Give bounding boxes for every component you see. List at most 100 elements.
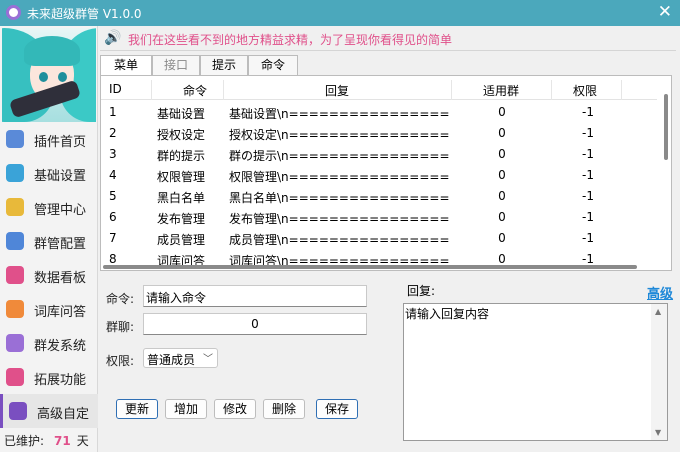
table-cell: 群の提示\n================\...	[229, 149, 449, 163]
table-cell: 授权设定\n================\...	[229, 128, 449, 142]
table-cell: 0	[498, 105, 506, 119]
sidebar-item-config[interactable]: 群管配置	[0, 224, 98, 258]
maintain-days: 已维护: 71 天	[4, 432, 89, 449]
table-cell: 0	[498, 147, 506, 161]
table-cell: 7	[109, 231, 117, 245]
table-horizontal-scrollbar[interactable]	[103, 265, 637, 269]
table-cell: -1	[582, 147, 594, 161]
table-row[interactable]: 4 权限管理 权限管理\n================\... 0 -1	[101, 165, 657, 186]
table-cell: 成员管理\n================\...	[229, 233, 449, 247]
scroll-up-icon[interactable]: ▲	[655, 307, 661, 316]
maintain-unit: 天	[76, 434, 89, 448]
modify-button[interactable]: 修改	[214, 399, 256, 419]
sidebar-item-plugin[interactable]: 插件首页	[0, 122, 98, 156]
column-command[interactable]: 命令	[183, 82, 207, 99]
table-cell: -1	[582, 231, 594, 245]
advanced-icon	[9, 402, 27, 420]
sidebar-item-label: 管理中心	[34, 203, 87, 218]
tab-api[interactable]: 接口	[152, 55, 200, 75]
sidebar-item-settings[interactable]: 基础设置	[0, 156, 98, 190]
table-cell: 群的提示	[157, 149, 206, 163]
table-cell: 0	[498, 210, 506, 224]
sidebar-item-advanced[interactable]: 高级自定	[0, 394, 98, 428]
table-cell: 0	[498, 168, 506, 182]
refresh-button[interactable]: 更新	[116, 399, 158, 419]
table-row[interactable]: 6 发布管理 发布管理\n================\... 0 -1	[101, 207, 657, 228]
table-row[interactable]: 2 授权设定 授权设定\n================\... 0 -1	[101, 123, 657, 144]
sidebar-item-extend[interactable]: 拓展功能	[0, 360, 98, 394]
table-cell: 权限管理	[157, 170, 206, 184]
table-cell: -1	[582, 168, 594, 182]
table-cell: 发布管理	[157, 212, 206, 226]
column-reply[interactable]: 回复	[325, 82, 349, 99]
table-cell: -1	[582, 189, 594, 203]
avatar	[2, 28, 96, 122]
sidebar-item-qa[interactable]: 词库问答	[0, 292, 98, 326]
table-cell: 5	[109, 189, 117, 203]
sidebar-item-label: 群管配置	[34, 237, 87, 252]
permission-value: 普通成员	[147, 353, 196, 367]
permission-select[interactable]: 普通成员 ﹀	[143, 348, 218, 368]
app-logo-icon	[6, 5, 21, 20]
command-label: 命令:	[106, 292, 135, 306]
scroll-down-icon[interactable]: ▼	[655, 428, 661, 437]
sidebar-item-dashboard[interactable]: 数据看板	[0, 258, 98, 292]
tab-commands[interactable]: 命令	[248, 55, 298, 75]
reply-placeholder: 请输入回复内容	[405, 307, 490, 321]
sidebar-item-label: 数据看板	[34, 271, 87, 286]
table-cell: 0	[498, 231, 506, 245]
table-cell: -1	[582, 210, 594, 224]
reply-label: 回复:	[407, 284, 436, 298]
table-row[interactable]: 5 黑白名单 黑白名单\n================\... 0 -1	[101, 186, 657, 207]
table-cell: 0	[498, 189, 506, 203]
save-button[interactable]: 保存	[316, 399, 358, 419]
divider	[100, 50, 676, 51]
config-icon	[6, 232, 24, 250]
table-row[interactable]: 1 基础设置 基础设置\n================\... 0 -1	[101, 102, 657, 123]
table-cell: 4	[109, 168, 117, 182]
sidebar-item-label: 基础设置	[34, 169, 87, 184]
table-cell: 权限管理\n================\...	[229, 170, 449, 184]
add-button[interactable]: 增加	[165, 399, 207, 419]
table-row[interactable]: 7 成员管理 成员管理\n================\... 0 -1	[101, 228, 657, 249]
settings-icon	[6, 164, 24, 182]
tab-tips[interactable]: 提示	[200, 55, 248, 75]
broadcast-icon	[6, 334, 24, 352]
sidebar-item-broadcast[interactable]: 群发系统	[0, 326, 98, 360]
reply-scrollbar[interactable]: ▲ ▼	[651, 304, 667, 440]
sidebar-item-manage[interactable]: 管理中心	[0, 190, 98, 224]
command-table: ID 命令 回复 适用群 权限 1 基础设置 基础设置\n=============…	[100, 75, 672, 271]
close-icon[interactable]: ✕	[658, 2, 672, 22]
tab-menu[interactable]: 菜单	[100, 55, 152, 76]
table-cell: 基础设置	[157, 107, 206, 121]
column-group[interactable]: 适用群	[483, 82, 519, 99]
command-input[interactable]: 请输入命令	[143, 285, 367, 307]
reply-textarea[interactable]: 请输入回复内容 ▲ ▼	[403, 303, 668, 441]
sidebar-item-label: 群发系统	[34, 339, 87, 354]
table-vertical-scrollbar[interactable]	[664, 94, 668, 160]
manage-icon	[6, 198, 24, 216]
notice-bar: 🔊 我们在这些看不到的地方精益求精，为了呈现你看得见的简单	[104, 30, 674, 48]
table-cell: -1	[582, 105, 594, 119]
table-cell: -1	[582, 126, 594, 140]
sidebar: 插件首页基础设置管理中心群管配置数据看板词库问答群发系统拓展功能高级自定 已维护…	[0, 26, 98, 452]
title-bar: 未来超级群管 V1.0.0 ✕	[0, 0, 680, 26]
table-cell: 6	[109, 210, 117, 224]
table-row[interactable]: 3 群的提示 群の提示\n================\... 0 -1	[101, 144, 657, 165]
column-id[interactable]: ID	[109, 82, 122, 96]
chevron-down-icon: ﹀	[203, 354, 213, 365]
table-header: ID 命令 回复 适用群 权限	[101, 80, 657, 100]
notice-text: 我们在这些看不到的地方精益求精，为了呈现你看得见的简单	[128, 33, 453, 47]
maintain-count: 71	[54, 434, 71, 448]
advanced-link[interactable]: 高级	[647, 283, 673, 302]
maintain-label: 已维护:	[4, 434, 45, 448]
sidebar-item-label: 高级自定	[37, 407, 90, 422]
group-input[interactable]: 0	[143, 313, 367, 335]
delete-button[interactable]: 删除	[263, 399, 305, 419]
table-cell: 授权设定	[157, 128, 206, 142]
group-label: 群聊:	[106, 320, 135, 334]
table-cell: 黑白名单	[157, 191, 206, 205]
table-cell: 1	[109, 105, 117, 119]
sidebar-item-label: 插件首页	[34, 135, 87, 150]
column-permission[interactable]: 权限	[573, 82, 597, 99]
